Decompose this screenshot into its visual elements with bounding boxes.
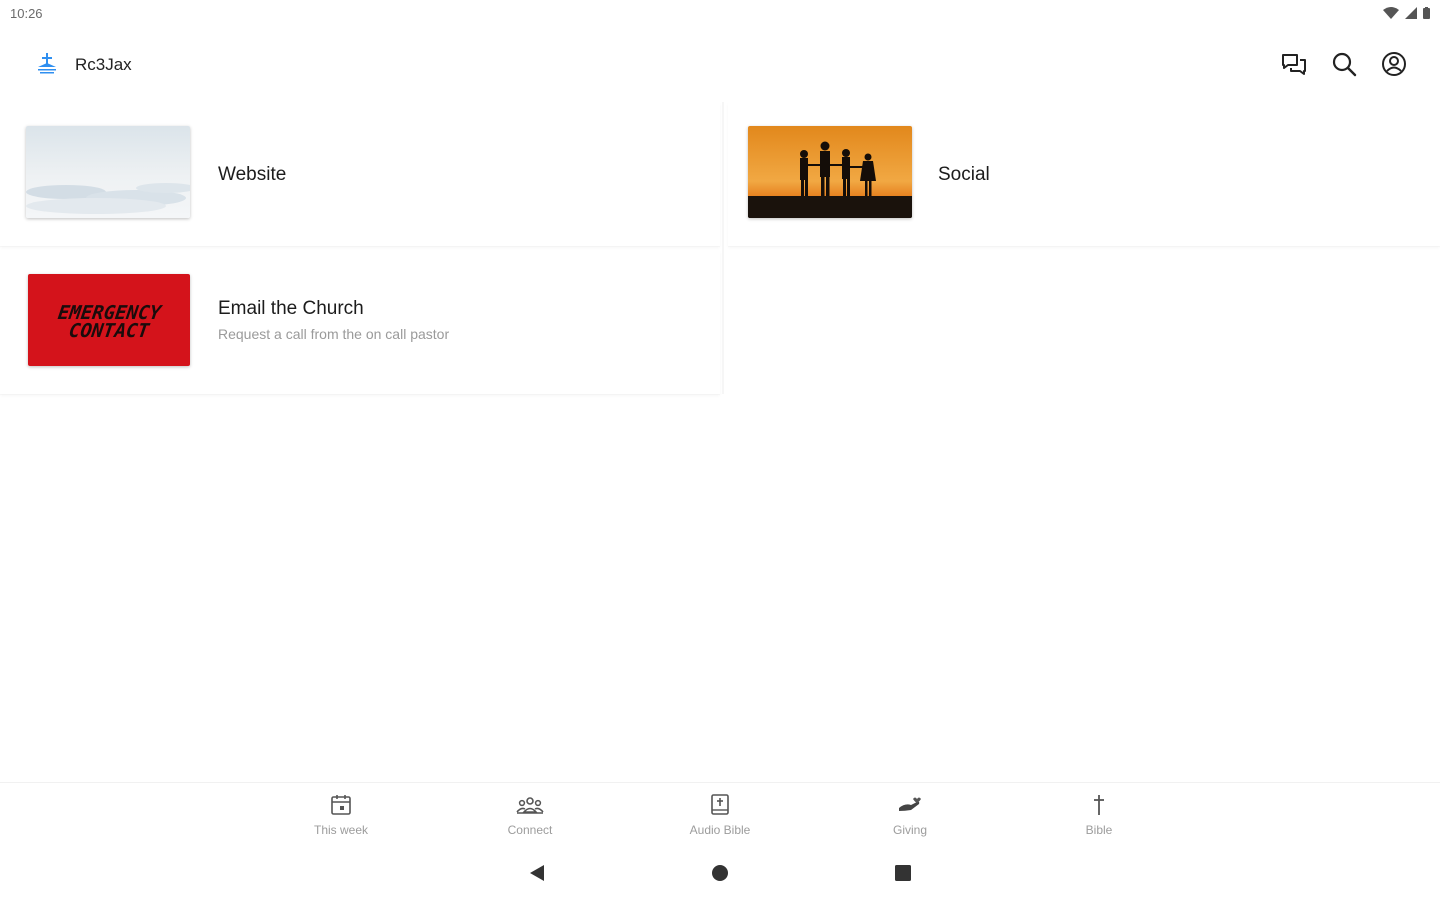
bottom-nav: This week Connect Audio Bible Giving Bib…: [0, 782, 1440, 847]
status-bar: 10:26: [0, 0, 1440, 28]
back-icon[interactable]: [528, 864, 546, 882]
card-social[interactable]: Social: [728, 102, 1440, 246]
account-button[interactable]: [1378, 48, 1410, 80]
battery-icon: [1423, 7, 1430, 19]
website-thumbnail: [26, 126, 190, 218]
search-button[interactable]: [1328, 48, 1360, 80]
card-title: Website: [218, 164, 287, 185]
people-icon: [516, 797, 544, 814]
nav-label: Audio Bible: [689, 823, 751, 837]
column-divider: [722, 102, 724, 394]
signal-icon: [1405, 7, 1417, 19]
nav-item-connect[interactable]: Connect: [470, 793, 590, 837]
system-nav-bar: [0, 848, 1440, 900]
emergency-contact-thumbnail: EMERGENCY CONTACT: [28, 274, 190, 366]
nav-item-this-week[interactable]: This week: [281, 793, 401, 837]
nav-item-bible[interactable]: Bible: [1039, 793, 1159, 837]
app-actions: [1278, 48, 1410, 80]
card-title: Social: [938, 164, 990, 185]
chat-button[interactable]: [1278, 48, 1310, 80]
card-website[interactable]: Website: [0, 102, 720, 246]
home-icon[interactable]: [711, 864, 729, 882]
audio-bible-icon: [711, 794, 729, 815]
nav-label: This week: [313, 823, 369, 837]
wifi-icon: [1383, 7, 1399, 19]
card-email-church[interactable]: EMERGENCY CONTACT Email the Church Reque…: [0, 250, 720, 394]
nav-label: Giving: [892, 823, 927, 837]
nav-item-audio-bible[interactable]: Audio Bible: [660, 793, 780, 837]
search-icon: [1332, 52, 1357, 77]
calendar-icon: [331, 795, 351, 815]
account-icon: [1382, 52, 1406, 76]
card-subtitle: Request a call from the on call pastor: [218, 326, 450, 342]
giving-hand-icon: [899, 797, 921, 811]
card-title: Email the Church: [218, 298, 364, 319]
contact-text: CONTACT: [67, 319, 151, 342]
app-bar: Rc3Jax: [0, 28, 1440, 100]
app-logo-icon: [38, 53, 56, 74]
chat-icon: [1282, 54, 1306, 75]
nav-item-giving[interactable]: Giving: [850, 793, 970, 837]
status-icons: [1383, 7, 1430, 19]
recents-icon[interactable]: [894, 864, 912, 882]
status-time: 10:26: [10, 6, 43, 21]
app-title: Rc3Jax: [75, 55, 132, 74]
nav-label: Connect: [507, 823, 553, 837]
social-thumbnail: [748, 126, 912, 218]
cross-icon: [1094, 795, 1104, 815]
nav-label: Bible: [1085, 823, 1113, 837]
